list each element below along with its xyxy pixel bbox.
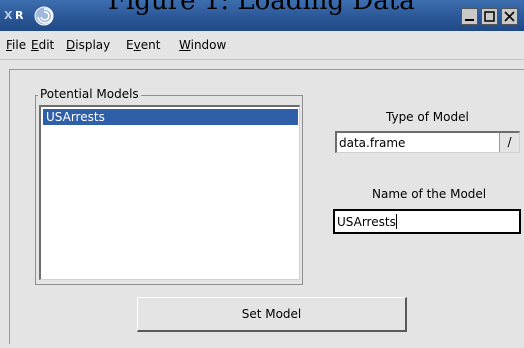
desktop-spiral-icon[interactable] xyxy=(33,5,55,27)
screen: X R Figure 1: Loading Data File Edit Dis… xyxy=(0,0,524,348)
type-of-model-value: data.frame xyxy=(339,136,406,150)
name-of-model-field[interactable] xyxy=(333,209,521,234)
potential-models-listbox[interactable]: USArrests xyxy=(39,105,300,280)
figure-caption: Figure 1: Loading Data xyxy=(108,0,415,16)
menu-event[interactable]: Event xyxy=(126,37,160,53)
menu-file[interactable]: File xyxy=(6,37,26,53)
type-dropdown-button[interactable]: / xyxy=(499,133,519,152)
menu-display[interactable]: Display xyxy=(66,37,110,53)
menu-edit[interactable]: Edit xyxy=(31,37,54,53)
menu-bar: File Edit Display Event Window xyxy=(0,31,524,60)
type-of-model-combo[interactable]: data.frame / xyxy=(335,131,520,153)
text-caret xyxy=(396,214,397,229)
r-letter: R xyxy=(15,9,24,22)
name-of-model-input[interactable] xyxy=(336,212,518,231)
x-glyph: X xyxy=(4,9,13,22)
menu-window[interactable]: Window xyxy=(179,37,226,53)
type-of-model-label: Type of Model xyxy=(386,110,469,124)
inner-frame-left-edge xyxy=(9,69,10,344)
inner-frame-top-edge xyxy=(9,69,524,70)
r-app-icon[interactable]: X R xyxy=(3,7,29,25)
potential-models-legend: Potential Models xyxy=(38,87,141,101)
name-of-model-label: Name of the Model xyxy=(372,187,487,201)
list-item-usarrests[interactable]: USArrests xyxy=(43,109,298,125)
set-model-button[interactable]: Set Model xyxy=(137,297,407,332)
